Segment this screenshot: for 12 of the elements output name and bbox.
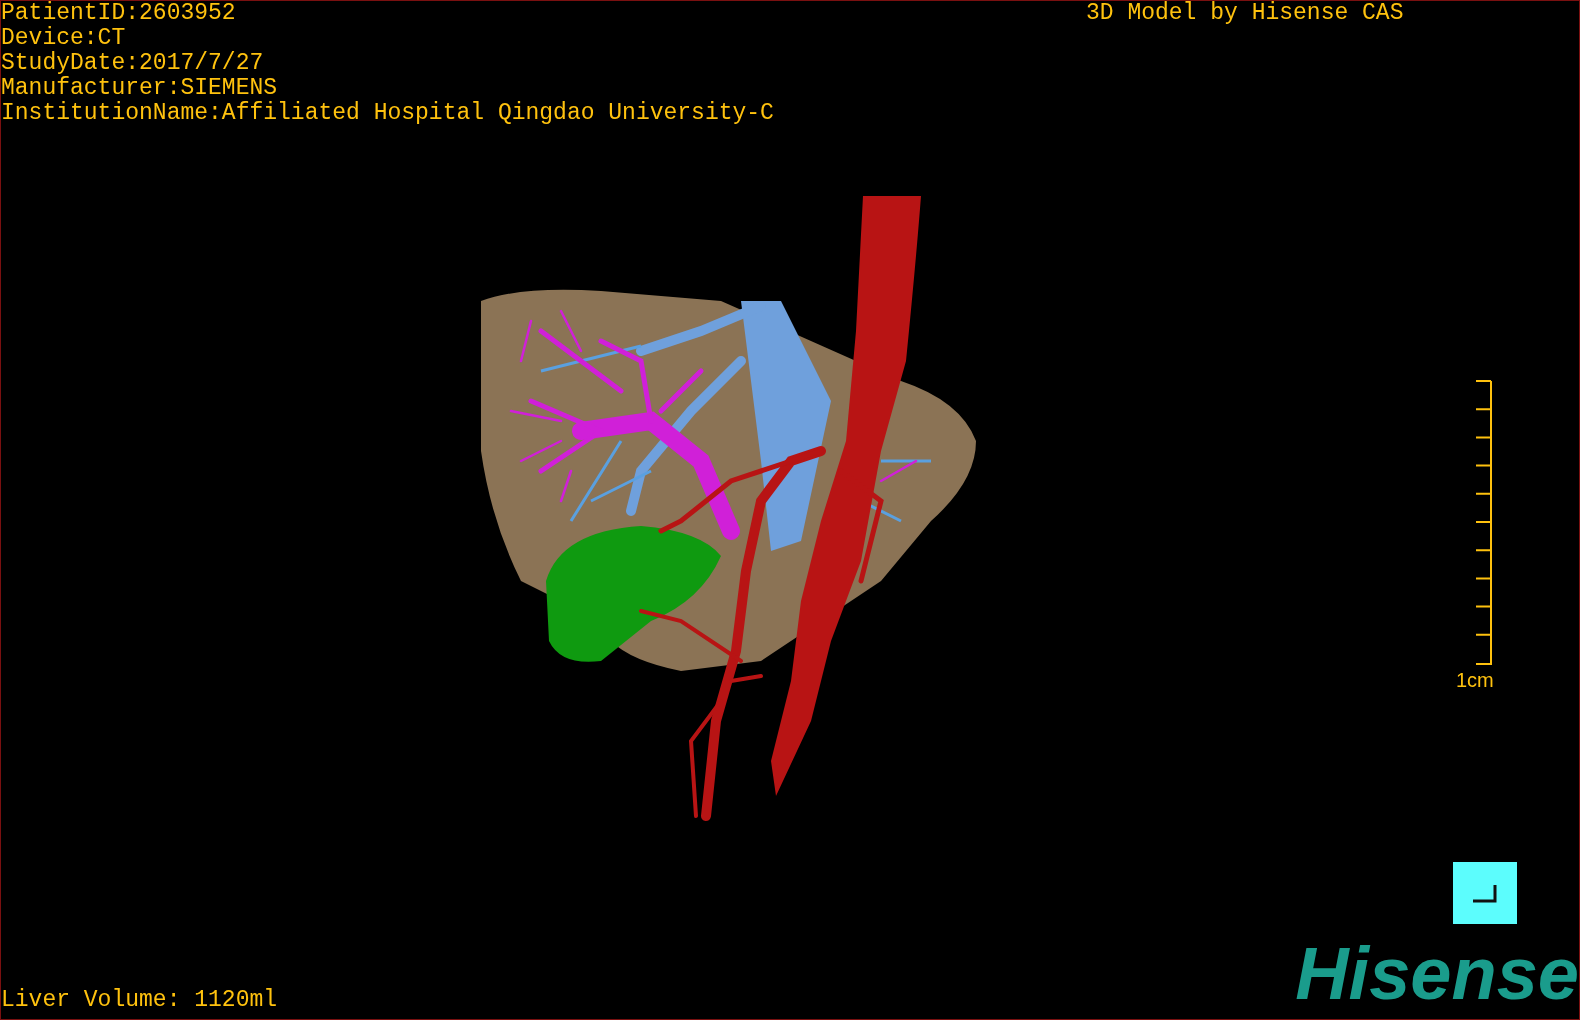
study-info-line: Device:CT bbox=[1, 26, 127, 51]
study-info-line: Manufacturer:SIEMENS bbox=[1, 76, 279, 101]
study-info-line: PatientID:2603952 bbox=[1, 1, 237, 26]
study-info-line: InstitutionName:Affiliated Hospital Qingdao University-C bbox=[1, 101, 774, 126]
scale-label: 1cm bbox=[1456, 669, 1494, 691]
corner-icon bbox=[1472, 883, 1498, 903]
corner-button[interactable] bbox=[1453, 862, 1517, 924]
liver-volume: Liver Volume: 1120ml bbox=[1, 988, 278, 1013]
model-credit: 3D Model by Hisense CAS bbox=[1086, 1, 1404, 26]
study-info-line: StudyDate:2017/7/27 bbox=[1, 51, 265, 76]
scale-bar-icon bbox=[1475, 380, 1493, 667]
logo: Hisense bbox=[1295, 937, 1579, 1011]
